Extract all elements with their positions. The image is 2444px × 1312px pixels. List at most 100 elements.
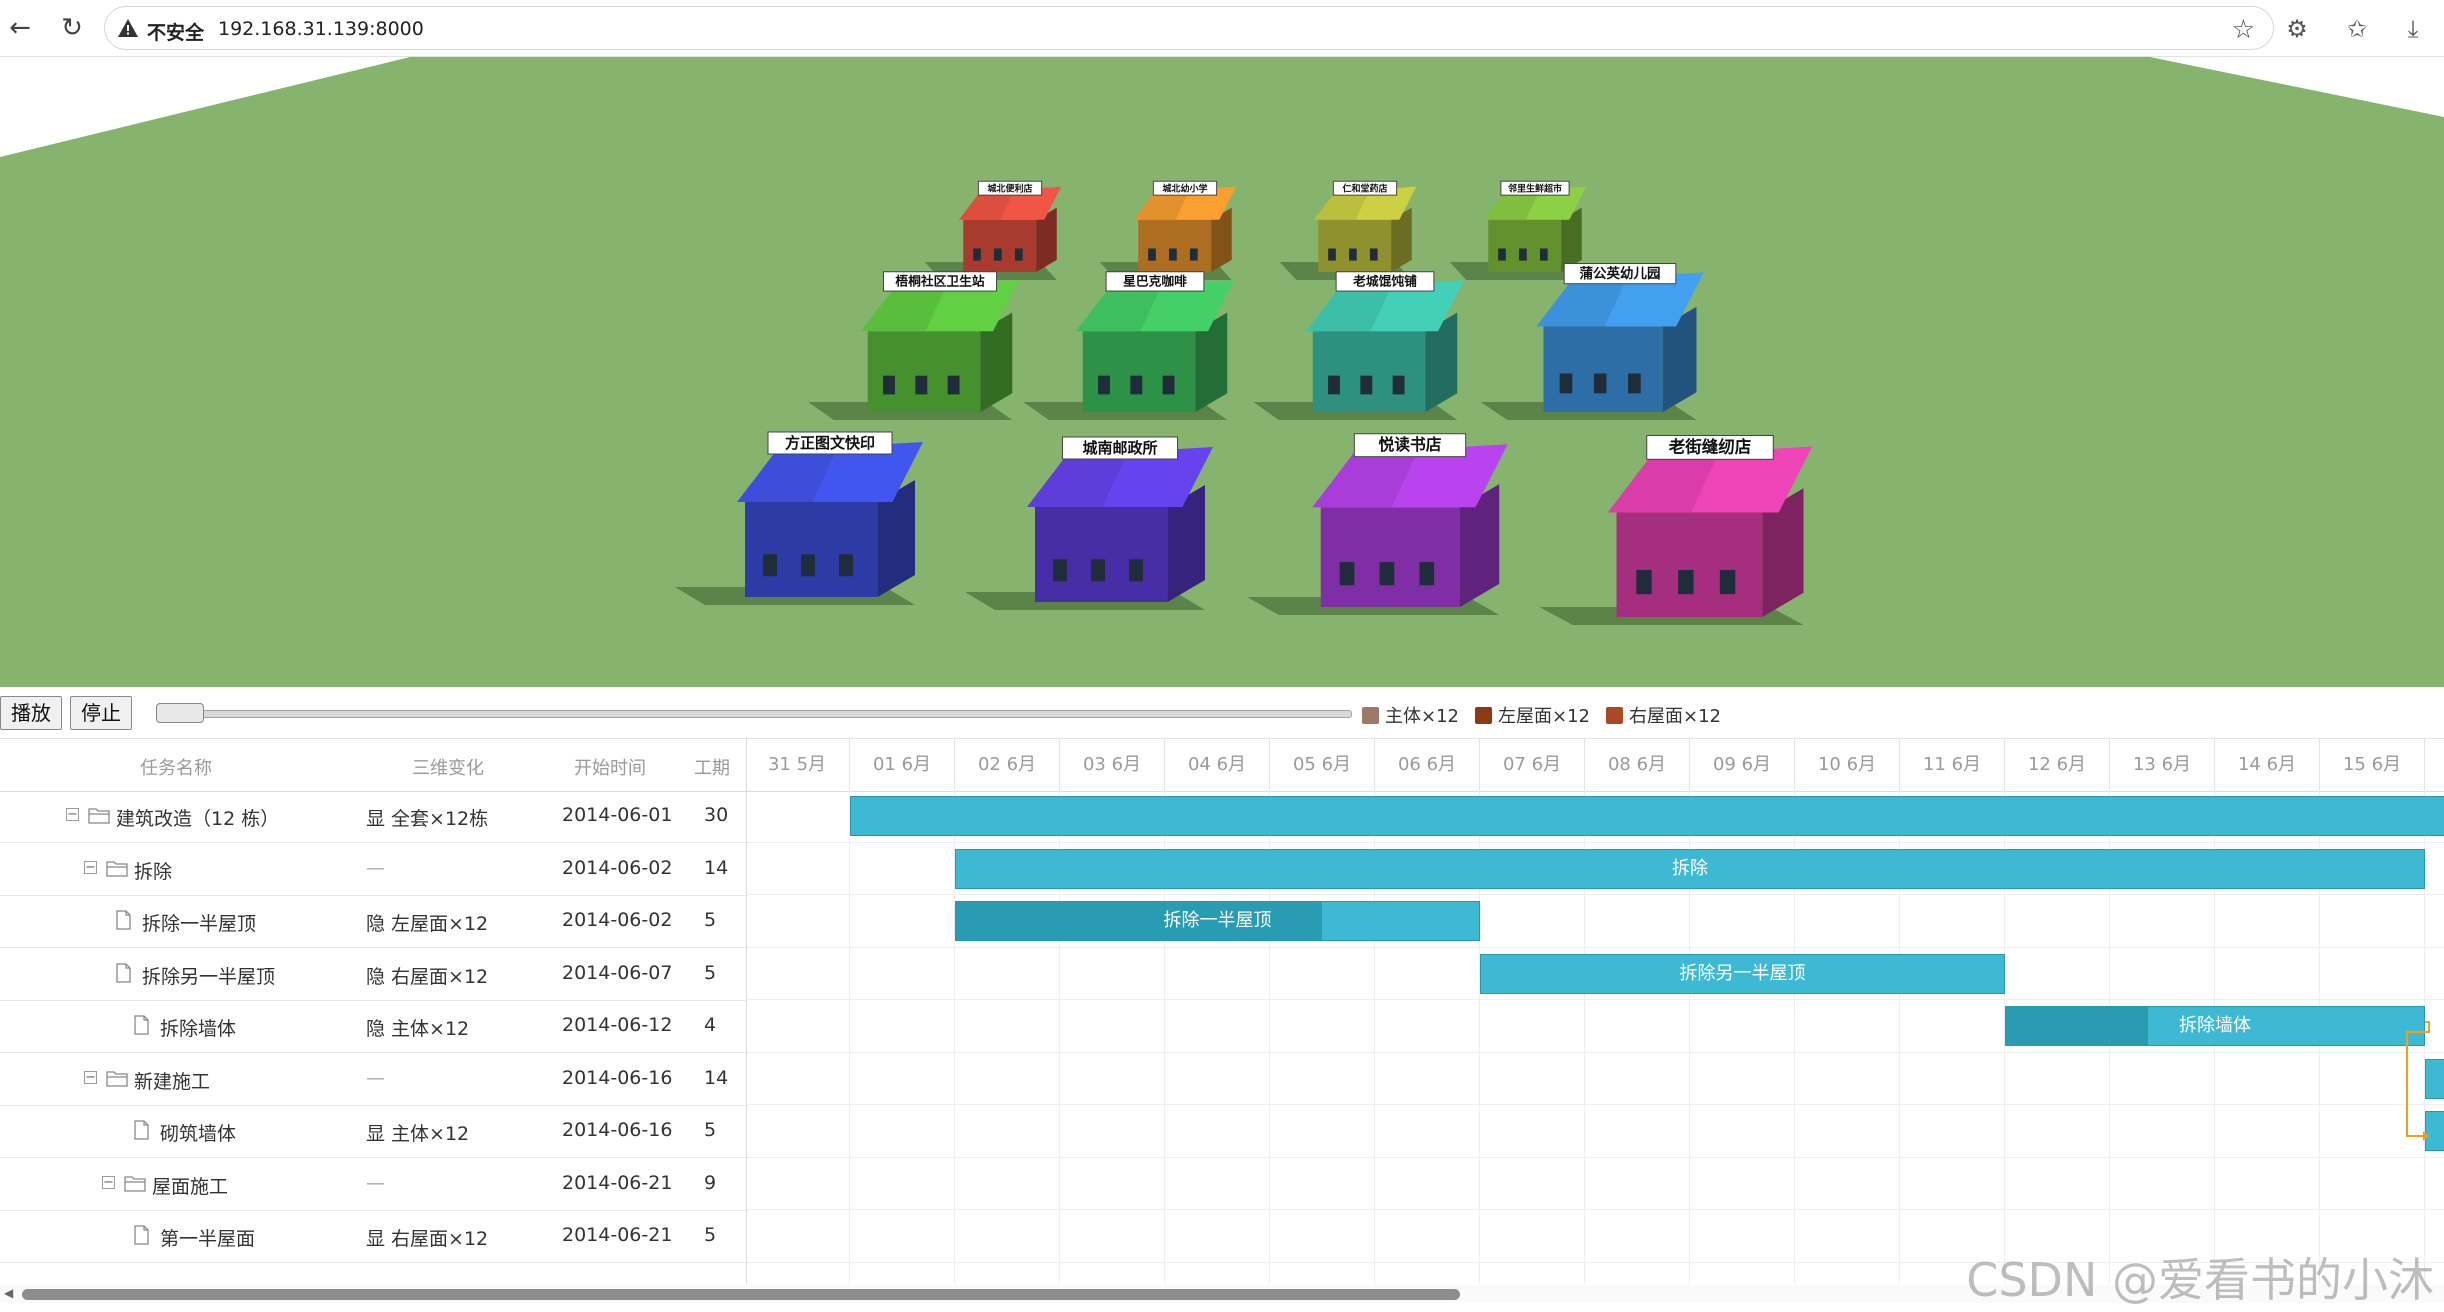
task-start: 2014-06-12 [562,1014,673,1036]
legend-label: 主体×12 [1385,706,1459,727]
table-row[interactable]: 拆除墙体 隐 主体×12 2014-06-12 4 [0,1000,746,1053]
building-window [883,375,895,395]
file-icon [134,1015,149,1035]
grid-row-line [747,999,2444,1000]
gantt-task-bar[interactable]: 拆除另一半屋顶 [1480,953,2005,994]
gantt-task-bar[interactable]: 拆除一半屋顶 [955,901,1480,941]
task-start: 2014-06-02 [562,856,673,879]
building-window [1498,248,1506,261]
timeline-day-label: 08 6月 [1585,739,1690,791]
favorites-icon[interactable]: ✩ [2340,12,2374,46]
url-text[interactable]: 192.168.31.139:8000 [218,18,424,40]
gantt-body: 建筑改造（ 拆除拆除一半屋顶拆除另一半屋顶拆除墙体 [747,790,2444,1284]
table-row[interactable]: 砌筑墙体 显 主体×12 2014-06-16 5 [0,1105,746,1158]
table-row[interactable]: − 拆除 — 2014-06-02 14 [0,843,746,896]
grid-row-line [747,946,2444,948]
scene-canvas[interactable]: 城北便利店 城北幼小学 仁和堂药店 邻里生鲜超市梧桐社区卫生站 星巴克咖啡 老城馄饨铺 蒲公… [0,57,2444,687]
three-d-viewport[interactable]: 城北便利店 城北幼小学 仁和堂药店 邻里生鲜超市 梧桐社区卫生站 星巴克咖啡 老城馄饨铺 蒲公… [0,57,2444,687]
table-row[interactable]: 拆除一半屋顶 隐 左屋面×12 2014-06-02 5 [0,895,746,948]
legend-swatch [1475,706,1492,724]
collapse-toggle-icon[interactable]: − [84,860,97,874]
collapse-toggle-icon[interactable]: − [102,1175,115,1189]
stop-button[interactable]: 停止 [70,696,132,730]
building-window [1379,562,1395,586]
building-window [1593,373,1607,394]
table-row[interactable]: 第一半屋面 显 右屋面×12 2014-06-21 5 [0,1210,746,1263]
scroll-left-icon[interactable]: ◀ [4,1286,13,1300]
gantt-chart: 31 5月 01 6月 02 6月 03 6月 04 6月 05 6月 06 6月 07 6月… [747,738,2444,1284]
task-change: 显 右屋面×12 [366,1228,489,1250]
scrollbar-thumb[interactable] [22,1289,1460,1300]
building-window [1130,375,1143,395]
warning-icon [118,19,138,37]
header-task-name[interactable]: 任务名称 [140,754,212,780]
building-front-wall [867,331,981,412]
download-icon[interactable]: ⤓ [2396,12,2430,46]
file-icon [116,962,131,983]
table-row[interactable]: − 新建施工 — 2014-06-16 14 [0,1053,746,1106]
timeline-slider-track[interactable] [160,710,1352,718]
table-row[interactable]: − 建筑改造（12 栋） 显 全套×12栋 2014-06-01 30 [0,790,746,843]
playback-controls: 播放 停止 主体×12 左屋面×12 右屋面×12 [0,690,2444,734]
legend-swatch [1362,706,1379,724]
play-button[interactable]: 播放 [0,696,62,730]
task-change: 隐 左屋面×12 [366,913,489,935]
grid-row-line [747,1104,2444,1105]
task-change: 显 主体×12 [366,1123,470,1145]
task-duration: 14 [704,1066,729,1089]
task-name: 砌筑墙体 [160,1123,237,1145]
building-window [1169,248,1177,261]
building-front-wall [963,219,1037,272]
timeline-day-label: 01 6月 [850,739,955,791]
timeline-day-label: 07 6月 [1480,739,1585,791]
gantt-task-bar[interactable]: 建筑改造（ [850,796,2444,836]
building-label: 老城馄饨铺 [1352,274,1417,290]
header-duration[interactable]: 工期 [694,754,730,780]
grid-row-line [747,1156,2444,1158]
building-window [973,248,981,261]
back-icon[interactable]: ← [4,12,36,44]
grid-header: 任务名称 三维变化 开始时间 工期 [0,738,746,792]
table-row[interactable]: 拆除另一半屋顶 隐 右屋面×12 2014-06-07 5 [0,948,746,1001]
task-bar-label: 拆除另一半屋顶 [1679,962,1806,984]
header-change[interactable]: 三维变化 [412,754,484,780]
task-name: 拆除墙体 [160,1018,237,1040]
task-duration: 5 [704,1119,717,1141]
timeline-slider-handle[interactable] [156,703,204,723]
table-row[interactable]: − 屋面施工 — 2014-06-21 9 [0,1158,746,1211]
timeline-day-label: 13 6月 [2110,739,2215,791]
task-start: 2014-06-21 [562,1224,673,1246]
building-window [1628,373,1641,394]
gantt-task-bar[interactable]: 拆除墙体 [2005,1006,2425,1046]
task-change: — [366,856,385,879]
collapse-toggle-icon[interactable]: − [66,808,79,821]
building-window [1129,559,1143,582]
building-window [1678,569,1694,595]
building-front-wall [1318,219,1392,272]
building-window [1053,559,1067,582]
building-front-wall [1082,331,1196,412]
timeline-day-label: 06 6月 [1375,739,1480,791]
building-window [1559,373,1573,394]
building-window [1098,375,1110,395]
task-bar-label: 建筑改造（ [851,797,2444,835]
building-front-wall [1312,331,1426,412]
task-duration: 9 [704,1171,717,1194]
building-window [839,554,853,577]
task-grid: 任务名称 三维变化 开始时间 工期 − 建筑改造（12 栋） 显 全套×12栋 201… [0,738,747,1284]
building-front-wall [1138,219,1212,272]
header-start[interactable]: 开始时间 [574,754,646,780]
extensions-icon[interactable]: ⚙ [2280,12,2314,46]
reload-icon[interactable]: ↻ [56,12,88,44]
bookmark-star-icon[interactable]: ☆ [2232,15,2255,45]
address-bar[interactable]: 不安全 192.168.31.139:8000 ☆ [104,6,2274,50]
legend-item-left-roof: 左屋面×12 [1475,702,1590,728]
collapse-toggle-icon[interactable]: − [84,1070,97,1084]
task-duration: 5 [704,909,717,931]
grid-row-line [747,1051,2444,1053]
gantt-task-bar[interactable]: 拆除 [955,848,2425,889]
watermark: CSDN @爱看书的小沐 [1966,1253,2434,1307]
grid-row-line [747,1209,2444,1210]
building-window [1014,248,1023,261]
browser-toolbar: ← ↻ 不安全 192.168.31.139:8000 ☆ ⚙ ✩ ⤓ [0,0,2444,57]
